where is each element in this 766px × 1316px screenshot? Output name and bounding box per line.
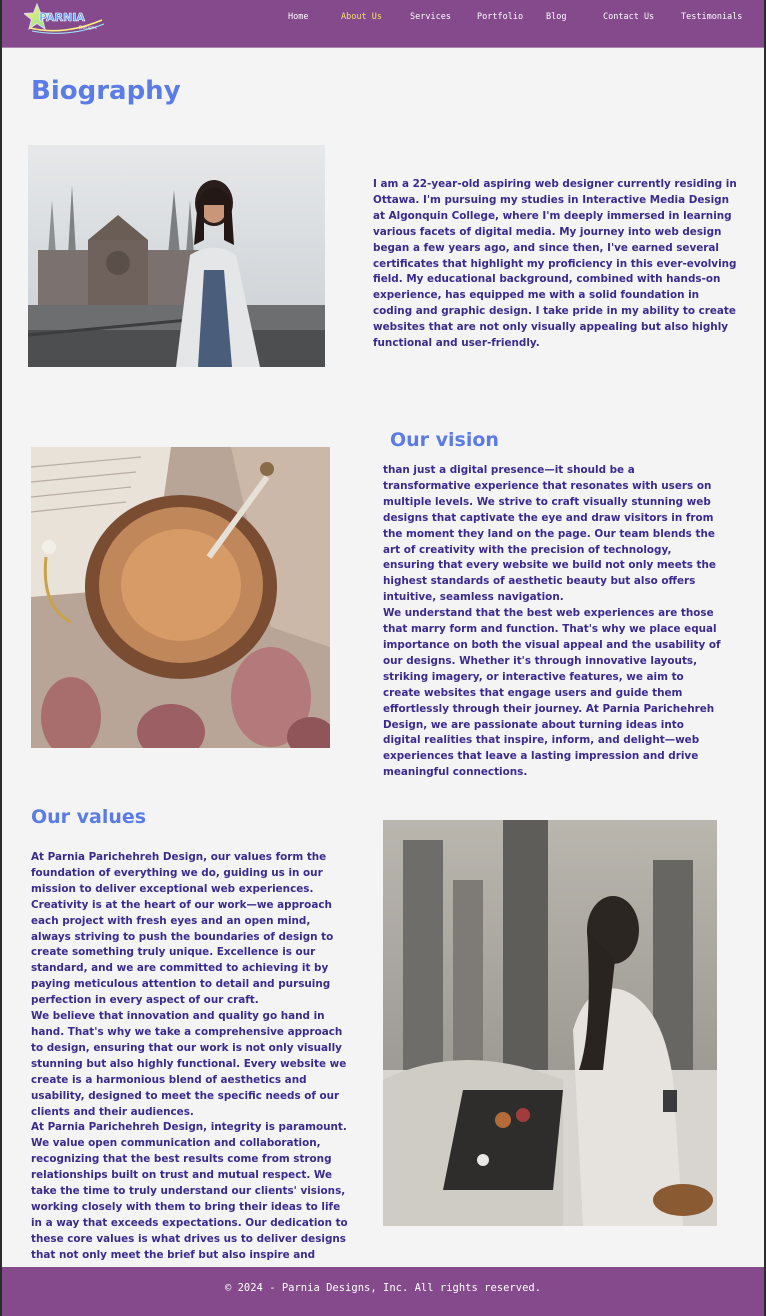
site-footer: © 2024 - Parnia Designs, Inc. All rights… — [2, 1267, 764, 1316]
vision-heading: Our vision — [390, 429, 499, 451]
vision-paragraph: than just a digital presence—it should b… — [383, 464, 716, 604]
logo-text: PARNIA — [39, 11, 85, 24]
nav-home[interactable]: Home — [288, 12, 308, 22]
values-photo — [383, 820, 717, 1226]
site-logo[interactable]: PARNIA Designs — [22, 2, 106, 36]
values-paragraph: We believe that innovation and quality g… — [31, 1010, 347, 1118]
logo-icon: PARNIA Designs — [22, 2, 105, 34]
values-text: At Parnia Parichehreh Design, our values… — [31, 850, 351, 1279]
copyright-text: © 2024 - Parnia Designs, Inc. All rights… — [224, 1282, 542, 1294]
values-paragraph: At Parnia Parichehreh Design, integrity … — [31, 1121, 348, 1276]
nav-portfolio[interactable]: Portfolio — [477, 12, 523, 22]
nav-about-us[interactable]: About Us — [341, 12, 382, 22]
logo-subtext: Designs — [79, 25, 98, 31]
site-header: PARNIA Designs Home About Us Services Po… — [2, 0, 764, 48]
about-page: PARNIA Designs Home About Us Services Po… — [2, 0, 764, 1316]
nav-contact-us[interactable]: Contact Us — [603, 12, 654, 22]
vision-photo — [31, 447, 330, 748]
biography-photo — [28, 145, 325, 367]
nav-testimonials[interactable]: Testimonials — [681, 12, 742, 22]
nav-blog[interactable]: Blog — [546, 12, 566, 22]
nav-services[interactable]: Services — [410, 12, 451, 22]
vision-paragraph: We understand that the best web experien… — [383, 607, 721, 779]
values-heading: Our values — [31, 806, 147, 828]
vision-text: than just a digital presence—it should b… — [383, 463, 723, 781]
biography-text: I am a 22-year-old aspiring web designer… — [373, 178, 737, 350]
biography-heading: Biography — [31, 76, 181, 106]
values-paragraph: At Parnia Parichehreh Design, our values… — [31, 851, 334, 1007]
